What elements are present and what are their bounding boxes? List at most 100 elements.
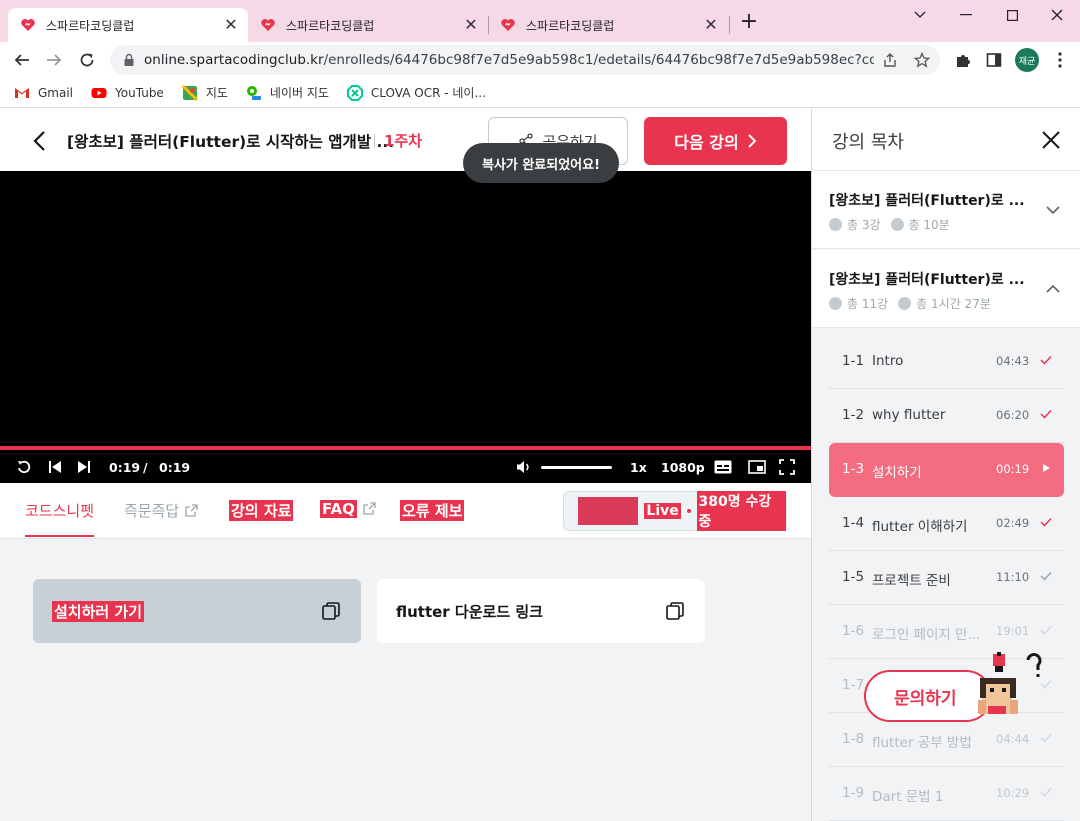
bookmark-maps[interactable]: 지도	[181, 84, 228, 101]
chapter-meta: 총 3강 총 10분	[829, 216, 950, 233]
check-icon	[1040, 787, 1052, 797]
next-track-icon[interactable]	[77, 458, 91, 476]
volume-icon[interactable]	[516, 458, 532, 476]
lesson-item[interactable]: 1-5 프로젝트 준비 11:10	[829, 551, 1064, 605]
lesson-item[interactable]: 1-4 flutter 이해하기 02:49	[829, 497, 1064, 551]
back-arrow-icon[interactable]	[8, 46, 36, 74]
chapter-item[interactable]: [왕초보] 플러터(Flutter)로 ... 총 11강 총 1시간 27분	[812, 250, 1080, 328]
chevron-down-icon	[1046, 206, 1060, 215]
time-separator: /	[143, 459, 148, 475]
browser-tab-1[interactable]: 스파르타코딩클럽 ✕	[8, 8, 248, 42]
lesson-number: 1-2	[842, 407, 865, 423]
close-window-icon[interactable]	[1034, 4, 1080, 26]
lesson-title: 프로젝트 준비	[872, 573, 951, 589]
back-chevron-icon[interactable]	[28, 129, 52, 153]
snippet-label: flutter 다운로드 링크	[396, 602, 543, 621]
chevron-up-icon	[1046, 284, 1060, 293]
lesson-title: 설치하기	[872, 465, 922, 481]
bookmark-youtube[interactable]: YouTube	[91, 85, 164, 101]
browser-tab-strip: 스파르타코딩클럽 ✕ 스파르타코딩클럽 ✕ 스파르타코딩클럽 ✕ +	[0, 0, 1080, 42]
lesson-item[interactable]: 1-1 Intro 04:43	[829, 335, 1064, 389]
bookmark-star-icon[interactable]	[912, 50, 932, 70]
more-vertical-icon[interactable]	[1046, 46, 1074, 74]
lesson-title: why flutter	[872, 407, 946, 423]
check-icon	[1040, 571, 1052, 581]
chapter-time: 총 10분	[908, 218, 950, 232]
tab-faq-label: FAQ	[320, 500, 357, 518]
play-icon	[1043, 464, 1050, 472]
close-icon[interactable]	[1040, 129, 1062, 151]
video-progress-bar[interactable]	[0, 446, 811, 450]
video-player[interactable]: 0:19 / 0:19 1x 1080p	[0, 171, 811, 483]
snippet-card[interactable]: flutter 다운로드 링크	[377, 579, 705, 643]
chapter-meta: 총 11강 총 1시간 27분	[829, 295, 991, 312]
lesson-number: 1-9	[842, 785, 865, 801]
clock-icon	[898, 297, 912, 310]
sparta-heart-icon	[500, 17, 516, 33]
google-maps-icon	[181, 84, 198, 101]
address-bar[interactable]: online.spartacodingclub.kr/enrolleds/644…	[110, 45, 940, 75]
lesson-item[interactable]: 1-6 로그인 페이지 만... 19:01	[829, 605, 1064, 659]
tab-title: 스파르타코딩클럽	[526, 18, 615, 33]
forward-arrow-icon[interactable]	[40, 46, 68, 74]
gmail-icon	[14, 85, 30, 101]
minimize-icon[interactable]	[943, 4, 989, 26]
close-icon[interactable]: ✕	[222, 16, 240, 34]
share-page-icon[interactable]	[880, 50, 900, 70]
browser-tab-3[interactable]: 스파르타코딩클럽 ✕	[488, 8, 728, 42]
live-thumbnail	[578, 497, 639, 525]
captions-icon[interactable]	[714, 458, 732, 476]
lesson-duration: 04:44	[996, 732, 1030, 746]
quality-selector[interactable]: 1080p	[661, 458, 705, 476]
tab-qna-label: 즉문즉답	[124, 502, 180, 520]
close-icon[interactable]: ✕	[462, 16, 480, 34]
player-controls: 0:19 / 0:19 1x 1080p	[0, 453, 811, 481]
bookmark-clova-ocr[interactable]: CLOVA OCR - 네이...	[346, 84, 486, 101]
close-icon[interactable]: ✕	[702, 16, 720, 34]
tab-lecture-materials[interactable]: 강의 자료	[229, 500, 294, 521]
fullscreen-icon[interactable]	[779, 458, 795, 476]
previous-icon[interactable]	[48, 458, 62, 476]
reload-icon[interactable]	[73, 46, 101, 74]
chevron-down-icon[interactable]	[897, 4, 943, 26]
side-panel-icon[interactable]	[980, 46, 1008, 74]
live-viewers-badge[interactable]: Live 380명 수강 중	[563, 491, 787, 531]
chapter-item[interactable]: [왕초보] 플러터(Flutter)로 ... 총 3강 총 10분	[812, 171, 1080, 249]
active-tab-underline	[25, 535, 94, 537]
tab-qna[interactable]: 즉문즉답	[124, 500, 198, 521]
snippet-card[interactable]: 설치하러 가기	[33, 579, 361, 643]
extensions-puzzle-icon[interactable]	[949, 46, 977, 74]
lesson-duration: 11:10	[996, 570, 1030, 584]
tab-divider	[729, 16, 730, 34]
tab-faq[interactable]: FAQ	[320, 500, 376, 518]
lesson-item[interactable]: 1-3 설치하기 00:19	[829, 443, 1064, 497]
maximize-icon[interactable]	[989, 4, 1035, 26]
tab-error-report[interactable]: 오류 제보	[400, 500, 465, 521]
lesson-number: 1-8	[842, 731, 865, 747]
lesson-duration: 19:01	[996, 624, 1030, 638]
playback-speed[interactable]: 1x	[630, 458, 647, 476]
lecture-header: [왕초보] 플러터(Flutter)로 시작하는 앱개발 ... 1주차 공유하…	[0, 109, 811, 183]
sidebar-header: 강의 목차	[812, 109, 1080, 171]
copy-icon[interactable]	[321, 601, 341, 621]
copy-icon[interactable]	[665, 601, 685, 621]
check-icon	[1040, 733, 1052, 743]
profile-avatar[interactable]: 재균	[1015, 48, 1039, 72]
tab-code-snippet[interactable]: 코드스니펫	[25, 500, 94, 521]
check-icon	[1040, 625, 1052, 635]
browser-tab-2[interactable]: 스파르타코딩클럽 ✕	[248, 8, 488, 42]
new-tab-button[interactable]: +	[738, 11, 760, 34]
picture-in-picture-icon[interactable]	[748, 458, 766, 476]
lesson-item[interactable]: 1-9 Dart 문법 1 10:29	[829, 767, 1064, 821]
lesson-title: flutter 이해하기	[872, 519, 968, 535]
replay-icon[interactable]	[16, 458, 32, 476]
next-lecture-button[interactable]: 다음 강의	[644, 117, 787, 165]
clock-icon	[890, 218, 904, 231]
volume-slider[interactable]	[541, 466, 612, 469]
bookmark-gmail[interactable]: Gmail	[14, 85, 73, 101]
bookmark-label: YouTube	[115, 85, 164, 100]
bookmarks-bar: Gmail YouTube 지도 네이버 지도 CLOVA OCR - 네이..…	[0, 78, 1080, 108]
bookmark-naver-map[interactable]: 네이버 지도	[246, 84, 329, 101]
browser-toolbar: online.spartacodingclub.kr/enrolleds/644…	[0, 42, 1080, 78]
lesson-item[interactable]: 1-2 why flutter 06:20	[829, 389, 1064, 443]
